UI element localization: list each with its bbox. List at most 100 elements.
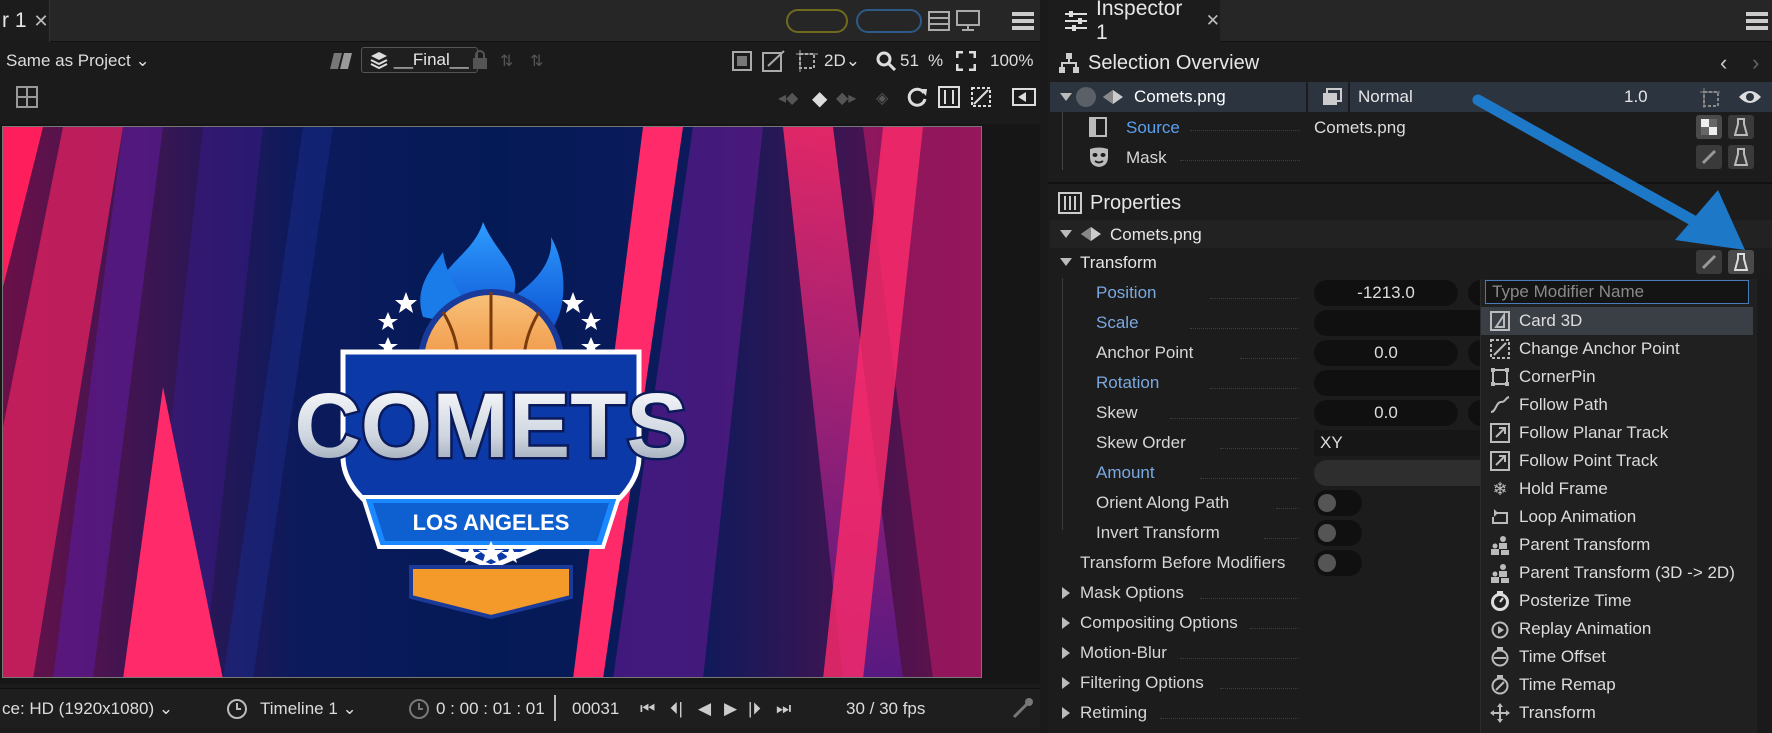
- keyframe-icon[interactable]: ◆: [812, 86, 827, 111]
- controls-icon[interactable]: [938, 86, 960, 108]
- position-x-field[interactable]: -1213.0: [1314, 280, 1458, 306]
- timecode-value[interactable]: 0 : 00 : 01 : 01: [436, 699, 545, 719]
- refresh-icon[interactable]: [906, 86, 928, 108]
- property-label[interactable]: Scale: [1096, 313, 1139, 333]
- modifier-item-follow-path[interactable]: Follow Path: [1481, 391, 1753, 419]
- selected-layer-row[interactable]: Comets.png Normal 1.0: [1050, 82, 1772, 112]
- flask-icon[interactable]: [1728, 250, 1754, 274]
- expand-arrow-icon[interactable]: [1060, 93, 1072, 101]
- monitor-icon[interactable]: [956, 10, 980, 32]
- menu-icon[interactable]: [1012, 10, 1034, 32]
- edit-transform-icon[interactable]: [762, 50, 786, 72]
- eyedropper-icon[interactable]: [1012, 697, 1034, 719]
- transform-handles-icon[interactable]: [970, 86, 992, 108]
- safe-area-icon[interactable]: [732, 51, 752, 71]
- modifier-item-transform[interactable]: Transform: [1481, 699, 1753, 727]
- property-label[interactable]: Amount: [1096, 463, 1155, 483]
- property-label[interactable]: Orient Along Path: [1096, 493, 1229, 513]
- yellow-pill-button[interactable]: [786, 9, 848, 33]
- keyframes-all-icon[interactable]: ◈: [876, 88, 888, 108]
- modifier-item-posterize-time[interactable]: Posterize Time: [1481, 587, 1753, 615]
- invert-transform-toggle[interactable]: [1314, 520, 1362, 546]
- flask-icon[interactable]: [1728, 145, 1754, 169]
- timeline-dropdown[interactable]: Timeline 1 ⌄: [260, 699, 357, 719]
- step-back-icon[interactable]: ⏴|: [670, 699, 683, 719]
- resolution-dropdown[interactable]: Same as Project ⌄: [6, 51, 150, 71]
- viewer-canvas[interactable]: COMETS LOS ANGELES: [2, 126, 982, 678]
- modifier-item-replay-animation[interactable]: Replay Animation: [1481, 615, 1753, 643]
- modifier-item-follow-planar-track[interactable]: Follow Planar Track: [1481, 419, 1753, 447]
- layer-selector[interactable]: __Final__: [361, 47, 478, 73]
- go-to-start-icon[interactable]: ⏮: [640, 699, 655, 719]
- opacity-value[interactable]: 1.0: [1624, 87, 1648, 107]
- viewer-tab[interactable]: r 1 ✕: [0, 0, 50, 42]
- transform-crop-icon[interactable]: [1700, 88, 1720, 108]
- export-frame-icon[interactable]: [1012, 88, 1036, 106]
- property-label[interactable]: Transform Before Modifiers: [1080, 553, 1285, 573]
- property-label[interactable]: Anchor Point: [1096, 343, 1193, 363]
- zoom-value[interactable]: 51: [900, 51, 919, 71]
- fit-screen-icon[interactable]: [956, 51, 976, 71]
- expand-arrow-icon[interactable]: [1062, 647, 1070, 659]
- expand-arrow-icon[interactable]: [1062, 587, 1070, 599]
- modifier-item-parent-transform[interactable]: Parent Transform: [1481, 531, 1753, 559]
- prev-key-icon[interactable]: ◂◆: [778, 88, 798, 108]
- pin-icon[interactable]: [1696, 250, 1722, 274]
- frame-number[interactable]: 00031: [572, 699, 619, 719]
- modifier-item-loop-animation[interactable]: Loop Animation: [1481, 503, 1753, 531]
- close-icon[interactable]: ✕: [1206, 11, 1220, 31]
- view-mode-dropdown[interactable]: 2D⌄: [824, 51, 860, 71]
- modifier-search-input[interactable]: Type Modifier Name: [1485, 280, 1749, 304]
- expand-arrow-icon[interactable]: [1060, 230, 1072, 238]
- nav-forward-icon[interactable]: ›: [1752, 50, 1759, 76]
- modifier-item-time-remap[interactable]: Time Remap: [1481, 671, 1753, 699]
- close-icon[interactable]: ✕: [34, 11, 49, 32]
- source-value[interactable]: Comets.png: [1314, 118, 1406, 138]
- layout-icon[interactable]: [928, 11, 950, 31]
- property-label[interactable]: Skew Order: [1096, 433, 1186, 453]
- modifier-item-hold-frame[interactable]: ❄ Hold Frame: [1481, 475, 1753, 503]
- modifier-item-follow-point-track[interactable]: Follow Point Track: [1481, 447, 1753, 475]
- modifier-item-time-offset[interactable]: Time Offset: [1481, 643, 1753, 671]
- grid-icon[interactable]: [16, 86, 38, 108]
- menu-scrollbar[interactable]: [1757, 279, 1772, 733]
- anchor-x-field[interactable]: 0.0: [1314, 340, 1458, 366]
- checker-icon[interactable]: [1696, 115, 1722, 139]
- inspector-tab[interactable]: Inspector 1 ✕: [1048, 0, 1220, 44]
- modifier-item-parent-transform-3d-2d[interactable]: Parent Transform (3D -> 2D): [1481, 559, 1753, 587]
- sort-down-icon[interactable]: ⇅: [530, 51, 543, 71]
- play-icon[interactable]: ▶: [724, 699, 737, 719]
- blue-pill-button[interactable]: [856, 9, 922, 33]
- property-label[interactable]: Rotation: [1096, 373, 1159, 393]
- mask-label[interactable]: Mask: [1126, 148, 1167, 168]
- group-mask-options[interactable]: Mask Options: [1050, 578, 1480, 608]
- eye-icon[interactable]: [1738, 88, 1762, 106]
- step-forward-icon[interactable]: |⏵: [748, 699, 761, 719]
- menu-icon[interactable]: [1746, 10, 1768, 32]
- next-key-icon[interactable]: ◆▸: [836, 88, 856, 108]
- source-label[interactable]: Source: [1126, 118, 1180, 138]
- modifier-item-card-3d[interactable]: Card 3D: [1481, 307, 1753, 335]
- group-motion-blur[interactable]: Motion-Blur: [1050, 638, 1480, 668]
- expand-arrow-icon[interactable]: [1062, 707, 1070, 719]
- group-compositing-options[interactable]: Compositing Options: [1050, 608, 1480, 638]
- sort-up-icon[interactable]: ⇅: [500, 51, 513, 71]
- flask-icon[interactable]: [1728, 115, 1754, 139]
- magnifier-icon[interactable]: [876, 51, 896, 71]
- fit-value[interactable]: 100%: [990, 51, 1033, 71]
- group-filtering-options[interactable]: Filtering Options: [1050, 668, 1480, 698]
- visibility-dot-icon[interactable]: [1076, 87, 1096, 107]
- transform-before-modifiers-toggle[interactable]: [1314, 550, 1362, 576]
- play-reverse-icon[interactable]: ◀: [698, 699, 711, 719]
- skew-x-field[interactable]: 0.0: [1314, 400, 1458, 426]
- matte-icon[interactable]: [330, 52, 352, 70]
- modifier-item-cornerpin[interactable]: CornerPin: [1481, 363, 1753, 391]
- blend-mode-value[interactable]: Normal: [1358, 87, 1413, 107]
- nav-back-icon[interactable]: ‹: [1720, 50, 1727, 76]
- pin-icon[interactable]: [1696, 145, 1722, 169]
- property-label[interactable]: Skew: [1096, 403, 1138, 423]
- lock-icon[interactable]: [472, 50, 488, 70]
- crop-icon[interactable]: [796, 50, 818, 72]
- expand-arrow-icon[interactable]: [1062, 677, 1070, 689]
- property-label[interactable]: Position: [1096, 283, 1156, 303]
